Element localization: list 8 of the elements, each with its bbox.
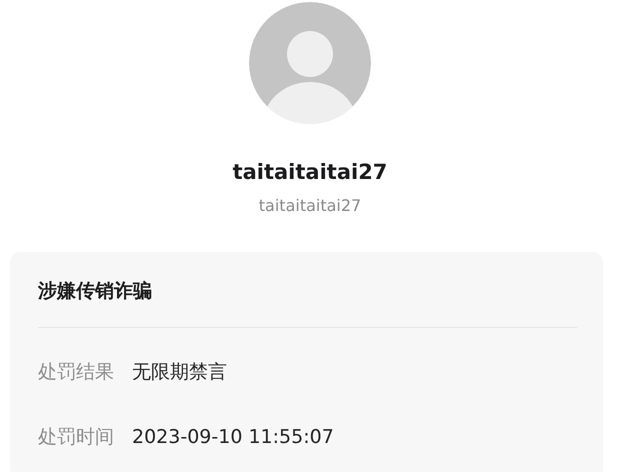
field-label: 处罚时间 [38,425,114,450]
avatar-icon [249,2,371,124]
field-value: 无限期禁言 [132,360,227,385]
display-name: taitaitaitai27 [232,159,388,186]
card-title: 涉嫌传销诈骗 [38,279,153,304]
username: taitaitaitai27 [258,195,362,217]
field-value: 2023-09-10 11:55:07 [132,425,334,450]
field-label: 处罚结果 [38,360,114,385]
